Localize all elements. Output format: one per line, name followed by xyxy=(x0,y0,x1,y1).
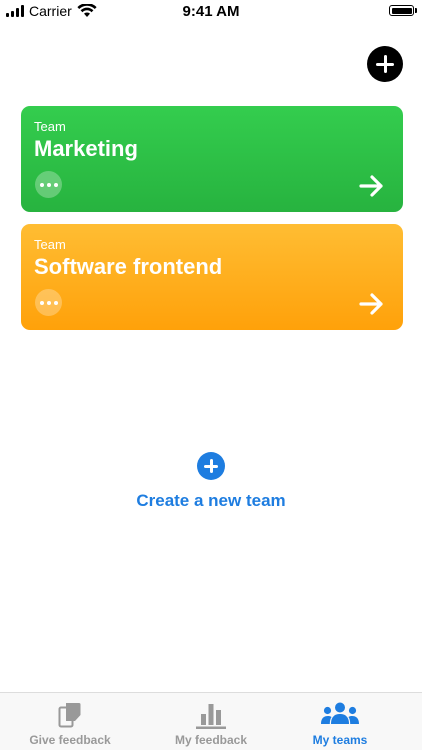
feedback-cards-icon xyxy=(58,703,81,728)
team-name: Software frontend xyxy=(34,254,223,279)
battery-icon xyxy=(389,5,417,16)
tab-label: My teams xyxy=(312,733,368,747)
team-name: Marketing xyxy=(34,136,138,161)
ellipsis-icon xyxy=(39,182,44,187)
plus-icon xyxy=(376,55,394,73)
create-team-link[interactable]: Create a new team xyxy=(0,491,422,511)
ellipsis-icon xyxy=(39,300,44,305)
tab-bar: Give feedback My feedback My teams xyxy=(0,692,422,750)
tab-label: My feedback xyxy=(174,733,248,747)
team-options-button[interactable] xyxy=(35,171,62,198)
tab-give-feedback[interactable]: Give feedback xyxy=(0,693,140,751)
team-card-software-frontend[interactable]: Team Software frontend xyxy=(21,224,403,330)
tab-my-teams[interactable]: My teams xyxy=(270,693,410,751)
clock: 9:41 AM xyxy=(182,3,240,20)
bar-chart-icon xyxy=(196,704,226,729)
tab-my-feedback[interactable]: My feedback xyxy=(141,693,281,751)
team-eyebrow-label: Team xyxy=(34,237,66,252)
plus-icon xyxy=(204,459,218,473)
create-team-button[interactable] xyxy=(197,452,225,480)
arrow-right-icon[interactable] xyxy=(359,292,385,316)
status-bar: Carrier 9:41 AM xyxy=(0,0,422,24)
add-button[interactable] xyxy=(367,46,403,82)
team-options-button[interactable] xyxy=(35,289,62,316)
arrow-right-icon[interactable] xyxy=(359,174,385,198)
people-icon xyxy=(321,702,359,724)
tab-label: Give feedback xyxy=(29,733,111,747)
team-eyebrow-label: Team xyxy=(34,119,66,134)
team-card-marketing[interactable]: Team Marketing xyxy=(21,106,403,212)
